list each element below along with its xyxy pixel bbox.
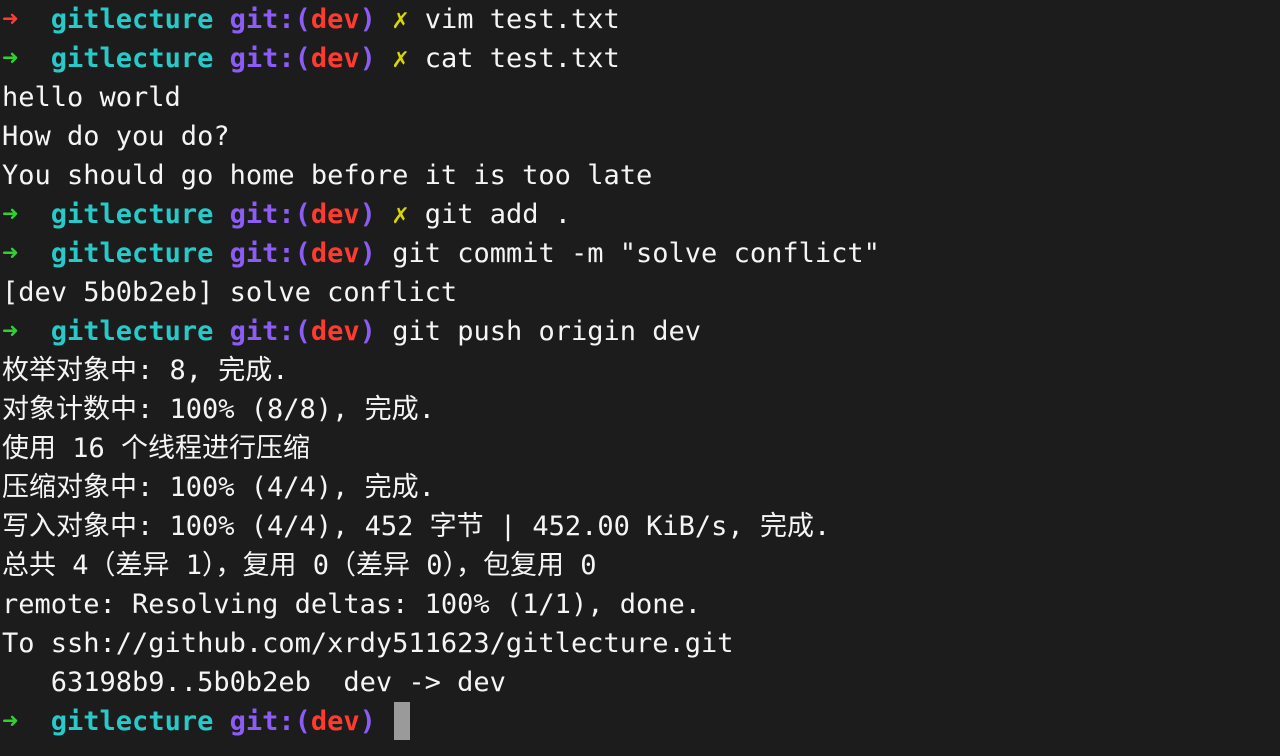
prompt-git-suffix: ) [359,199,376,230]
dirty-mark-icon: ✗ [392,199,409,230]
prompt-line: ➜ gitlecture git:(dev) git push origin d… [0,312,1280,351]
prompt-arrow-icon: ➜ [2,4,19,35]
active-prompt-line[interactable]: ➜ gitlecture git:(dev) [0,702,1280,741]
prompt-arrow-icon: ➜ [2,238,19,269]
output-line: 压缩对象中: 100% (4/4), 完成. [2,472,435,503]
prompt-directory: gitlecture [50,199,214,230]
output-line: 对象计数中: 100% (8/8), 完成. [2,394,435,425]
prompt-git-suffix: ) [359,43,376,74]
prompt-branch: dev [310,706,360,737]
output-line: To ssh://github.com/xrdy511623/gitlectur… [2,628,734,659]
prompt-directory: gitlecture [50,238,214,269]
prompt-arrow-icon: ➜ [2,316,19,347]
output-line: How do you do? [2,121,230,152]
prompt-git-suffix: ) [359,238,376,269]
prompt-branch: dev [310,238,360,269]
command-text: cat test.txt [424,43,620,74]
dirty-mark-icon: ✗ [392,4,409,35]
output-line: 63198b9..5b0b2eb dev -> dev [2,667,506,698]
prompt-branch: dev [310,4,360,35]
prompt-arrow-icon: ➜ [2,199,19,230]
output-line: You should go home before it is too late [2,160,653,191]
dirty-mark-icon: ✗ [392,43,409,74]
prompt-branch: dev [310,199,360,230]
prompt-git-prefix: git:( [229,706,311,737]
command-text: git push origin dev [392,316,702,347]
prompt-directory: gitlecture [50,4,214,35]
prompt-git-prefix: git:( [229,4,311,35]
text-cursor[interactable] [394,702,411,740]
prompt-branch: dev [310,43,360,74]
prompt-directory: gitlecture [50,706,214,737]
prompt-directory: gitlecture [50,43,214,74]
prompt-line: ➜ gitlecture git:(dev) ✗ cat test.txt [0,39,1280,78]
output-line: 使用 16 个线程进行压缩 [2,433,311,464]
output-line: [dev 5b0b2eb] solve conflict [2,277,458,308]
terminal-window[interactable]: ➜ gitlecture git:(dev) ✗ vim test.txt ➜ … [0,0,1280,756]
output-line: remote: Resolving deltas: 100% (1/1), do… [2,589,701,620]
command-text: git commit -m "solve conflict" [392,238,880,269]
prompt-git-prefix: git:( [229,43,311,74]
prompt-git-suffix: ) [359,4,376,35]
prompt-line: ➜ gitlecture git:(dev) ✗ git add . [0,195,1280,234]
prompt-arrow-icon: ➜ [2,43,19,74]
output-line: 枚举对象中: 8, 完成. [2,355,289,386]
command-text: git add . [424,199,572,230]
prompt-git-prefix: git:( [229,238,311,269]
prompt-line: ➜ gitlecture git:(dev) git commit -m "so… [0,234,1280,273]
prompt-git-suffix: ) [359,706,376,737]
prompt-git-prefix: git:( [229,199,311,230]
output-line: hello world [2,82,181,113]
output-line: 总共 4（差异 1），复用 0（差异 0），包复用 0 [2,550,597,581]
prompt-line: ➜ gitlecture git:(dev) ✗ vim test.txt [0,0,1280,39]
output-line: 写入对象中: 100% (4/4), 452 字节 | 452.00 KiB/s… [2,511,831,542]
prompt-branch: dev [310,316,360,347]
prompt-arrow-icon: ➜ [2,706,19,737]
prompt-git-suffix: ) [359,316,376,347]
command-text: vim test.txt [424,4,620,35]
prompt-directory: gitlecture [50,316,214,347]
prompt-git-prefix: git:( [229,316,311,347]
